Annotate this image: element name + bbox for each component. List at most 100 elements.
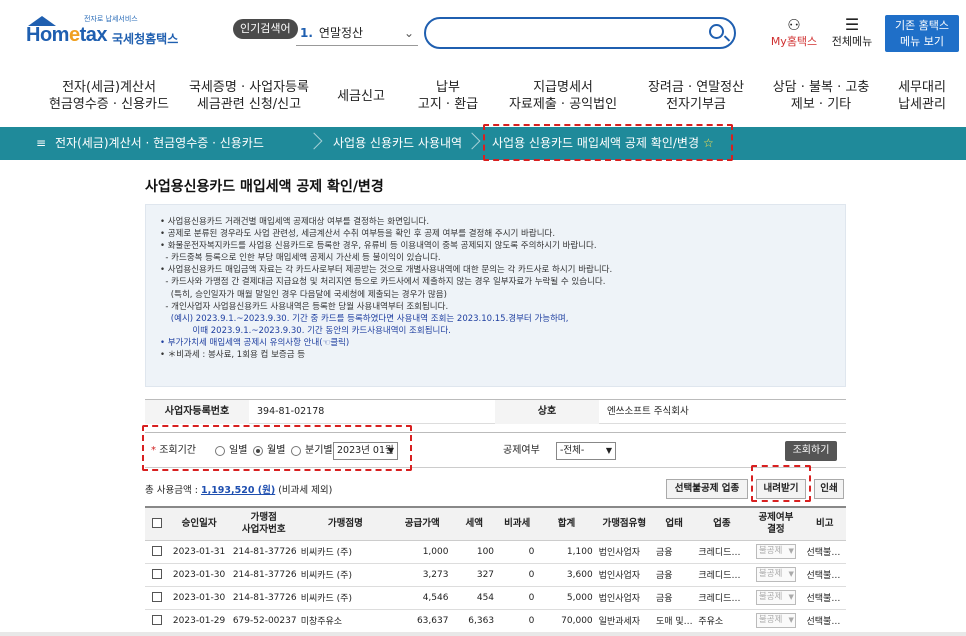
table-cell: 214-81-37726 bbox=[229, 586, 298, 610]
column-header: 승인일자 bbox=[168, 506, 230, 541]
old-hometax-button[interactable]: 기존 홈택스 메뉴 보기 bbox=[885, 15, 959, 52]
table-cell: 0 bbox=[497, 540, 538, 564]
table-cell: 0 bbox=[497, 563, 538, 587]
print-button[interactable]: 인쇄 bbox=[814, 479, 844, 499]
table-cell: 법인사업자 bbox=[595, 563, 653, 587]
table-cell: 2023-01-30 bbox=[168, 563, 230, 587]
nav-item-agent[interactable]: 세무대리 납세관리 bbox=[890, 79, 954, 113]
breadcrumb-level2[interactable]: 사업용 신용카드 사용내역 bbox=[333, 127, 462, 160]
popular-term: 연말정산 bbox=[318, 26, 364, 40]
search-input[interactable] bbox=[424, 17, 736, 49]
popular-rank: 1. bbox=[300, 26, 313, 40]
table-cell: 선택불… bbox=[803, 586, 846, 610]
company-name-value: 엔쓰소프트 주식회사 bbox=[607, 406, 689, 417]
query-button[interactable]: 조회하기 bbox=[785, 441, 837, 461]
notice-line: • 화물운전자복지카드를 사업용 신용카드로 등록한 경우, 유류비 등 이용내… bbox=[160, 241, 597, 252]
site-header: 전자로 납세서비스 Hometax 국세청홈택스 인기검색어 1. 연말정산 ⌄ … bbox=[0, 0, 966, 62]
column-header: 합계 bbox=[537, 506, 596, 541]
table-cell: 214-81-37726 bbox=[229, 540, 298, 564]
logo-wordmark: Hometax bbox=[26, 24, 107, 46]
chevron-down-icon: ▼ bbox=[788, 570, 794, 578]
chevron-right-icon bbox=[305, 132, 323, 150]
nav-item-statement[interactable]: 지급명세서 자료제출 · 공익법인 bbox=[497, 79, 629, 113]
table-cell: 3,600 bbox=[537, 563, 596, 587]
total-amount-value[interactable]: 1,193,520 (원) bbox=[201, 485, 275, 496]
table-cell: 금융 bbox=[652, 586, 696, 610]
nav-item-consult[interactable]: 상담 · 불복 · 고충 제보 · 기타 bbox=[762, 79, 880, 113]
nav-item-einvoice[interactable]: 전자(세금)계산서 현금영수증 · 신용카드 bbox=[43, 79, 175, 113]
hometax-logo[interactable]: 전자로 납세서비스 Hometax 국세청홈택스 bbox=[26, 14, 191, 50]
row-checkbox[interactable] bbox=[151, 569, 162, 580]
notice-line: • 공제로 분류된 경우라도 사업 관련성, 세금계산서 수취 여부등을 확인 … bbox=[160, 229, 556, 240]
table-cell: 비씨카드 (주) bbox=[297, 586, 394, 610]
deduct-decision-select[interactable]: 불공제 ▼ bbox=[755, 567, 796, 582]
notice-line[interactable]: • 부가가치세 매입세액 공제시 유의사항 안내(☜클릭) bbox=[160, 337, 845, 349]
deduct-decision-select[interactable]: 불공제 ▼ bbox=[755, 613, 796, 628]
notice-line: 이때 2023.9.1.~2023.9.30. 기간 동안의 카드사용내역이 조… bbox=[160, 325, 451, 336]
nav-item-tax-return[interactable]: 세금신고 bbox=[330, 88, 392, 105]
table-row: 2023-01-30 214-81-37726 비씨카드 (주) 4,546 454 0 5… bbox=[145, 586, 846, 610]
table-cell: 크레디드… bbox=[695, 586, 749, 610]
table-cell: 크레디드… bbox=[695, 540, 749, 564]
total-amount: 총 사용금액 : 1,193,520 (원) (비과세 제외) bbox=[145, 485, 333, 496]
table-cell: 2023-01-29 bbox=[168, 609, 230, 633]
chevron-down-icon: ▼ bbox=[788, 616, 794, 624]
table-cell: 214-81-37726 bbox=[229, 563, 298, 587]
table-cell: 1,000 bbox=[393, 540, 452, 564]
reg-number-label: 사업자등록번호 bbox=[145, 400, 249, 424]
my-hometax-label: My홈택스 bbox=[770, 35, 818, 48]
chevron-down-icon: ▼ bbox=[788, 547, 794, 555]
highlight-breadcrumb bbox=[483, 124, 733, 161]
notice-line: • 사업용신용카드 거래건별 매입세액 공제대상 여부를 결정하는 화면입니다. bbox=[160, 217, 430, 227]
row-checkbox[interactable] bbox=[151, 546, 162, 557]
table-cell: 327 bbox=[451, 563, 498, 587]
breadcrumb-menu-icon[interactable]: ≡ bbox=[36, 127, 46, 160]
column-header: 공제여부 결정 bbox=[748, 506, 804, 541]
table-cell: 2023-01-31 bbox=[168, 540, 230, 564]
table-cell: 선택불… bbox=[803, 609, 846, 633]
horizontal-scrollbar[interactable] bbox=[0, 632, 966, 636]
old-hometax-line1: 기존 홈택스 bbox=[894, 19, 950, 32]
table-cell: 0 bbox=[497, 609, 538, 633]
table-row: 2023-01-29 679-52-00237 미창주유소 63,637 6,363 0 7… bbox=[145, 609, 846, 633]
row-checkbox[interactable] bbox=[151, 592, 162, 603]
row-select-cell bbox=[145, 540, 169, 564]
chevron-down-icon: ⌄ bbox=[403, 26, 414, 40]
highlight-period-filter bbox=[142, 425, 412, 471]
nav-item-incentive[interactable]: 장려금 · 연말정산 전자기부금 bbox=[640, 79, 752, 113]
table-cell: 5,000 bbox=[537, 586, 596, 610]
logo-korean: 국세청홈택스 bbox=[112, 32, 179, 46]
deduct-select[interactable]: -전체- ▼ bbox=[556, 442, 616, 460]
popular-search-select[interactable]: 1. 연말정산 ⌄ bbox=[296, 20, 418, 46]
deduct-decision-select[interactable]: 불공제 ▼ bbox=[755, 590, 796, 605]
notice-line: • ＊비과세 : 봉사료, 1회용 컵 보증금 등 bbox=[160, 350, 306, 361]
my-hometax-button[interactable]: ⚇ My홈택스 bbox=[768, 17, 820, 49]
deduct-label: 공제여부 bbox=[503, 445, 540, 456]
table-cell: 법인사업자 bbox=[595, 540, 653, 564]
table-cell: 679-52-00237 bbox=[229, 609, 298, 633]
search-icon[interactable] bbox=[709, 24, 724, 39]
business-info: 사업자등록번호 394-81-02178 상호 엔쓰소프트 주식회사 bbox=[145, 399, 846, 424]
select-all-header[interactable] bbox=[145, 506, 169, 541]
nav-item-payment[interactable]: 납부 고지 · 환급 bbox=[412, 79, 484, 113]
table-cell: 3,273 bbox=[393, 563, 452, 587]
table-header-row: 승인일자 가맹점 사업자번호 가맹점명 공급가액 세액 비과세 합계 가맹점유형 업태 업종 공제여… bbox=[145, 506, 846, 541]
all-menu-button[interactable]: ☰ 전체메뉴 bbox=[828, 17, 876, 49]
select-all-checkbox[interactable] bbox=[151, 518, 162, 529]
breadcrumb-level1[interactable]: 전자(세금)계산서 · 현금영수증 · 신용카드 bbox=[55, 127, 264, 160]
column-header: 비과세 bbox=[497, 506, 538, 541]
hamburger-icon: ☰ bbox=[844, 15, 860, 34]
column-header: 가맹점 사업자번호 bbox=[229, 506, 298, 541]
bulk-nondeduct-button[interactable]: 선택불공제 업종 bbox=[666, 479, 748, 499]
table-cell: 454 bbox=[451, 586, 498, 610]
table-cell: 4,546 bbox=[393, 586, 452, 610]
deduct-decision-select[interactable]: 불공제 ▼ bbox=[755, 544, 796, 559]
table-cell: 1,100 bbox=[537, 540, 596, 564]
notice-line: (특히, 승인일자가 매월 말일인 경우 다음달에 국세청에 제출되는 경우가 … bbox=[160, 289, 447, 300]
row-checkbox[interactable] bbox=[151, 615, 162, 626]
table-cell: 70,000 bbox=[537, 609, 596, 633]
deduct-decision-cell: 불공제 ▼ bbox=[748, 563, 804, 587]
card-usage-table: 승인일자 가맹점 사업자번호 가맹점명 공급가액 세액 비과세 합계 가맹점유형 업태 업종 공제여… bbox=[145, 506, 846, 633]
column-header: 세액 bbox=[451, 506, 498, 541]
nav-item-certificate[interactable]: 국세증명 · 사업자등록 세금관련 신청/신고 bbox=[187, 79, 311, 113]
